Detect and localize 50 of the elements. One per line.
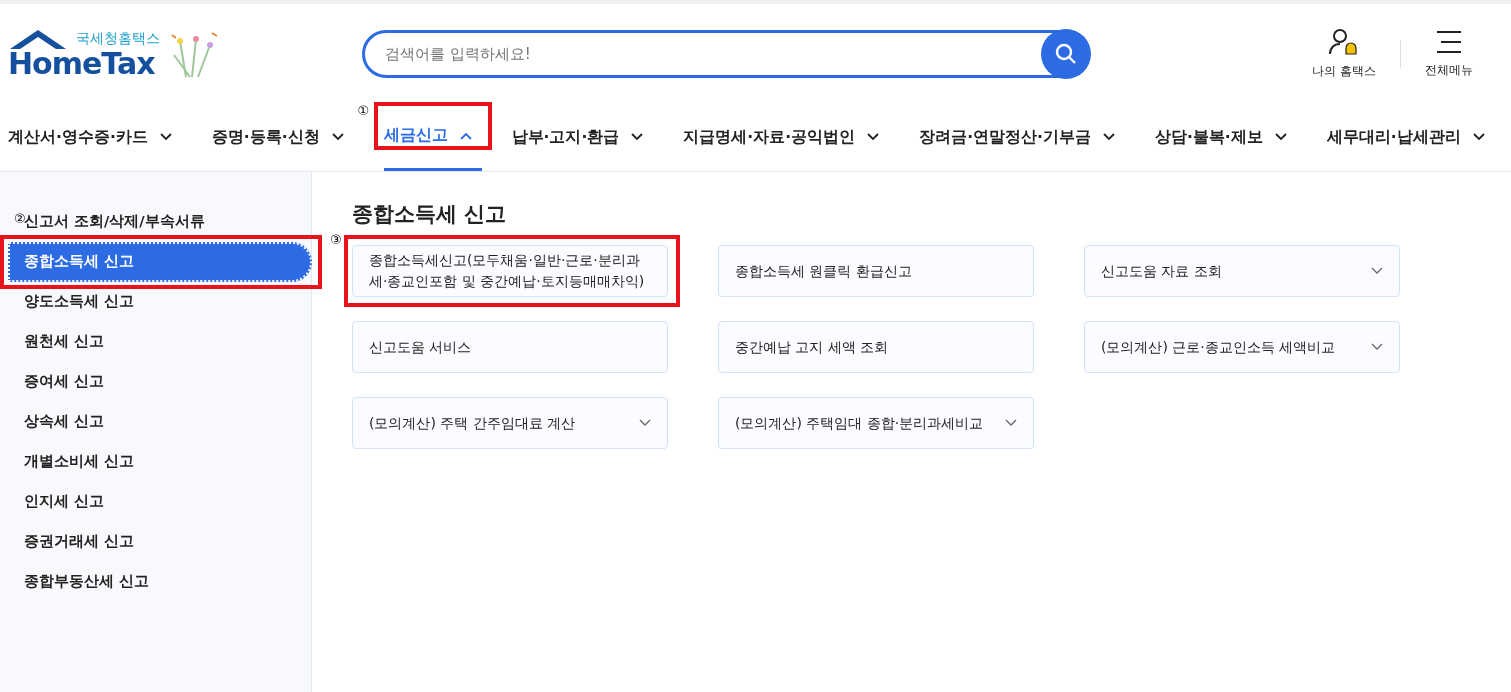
- annotation-number: ①: [357, 104, 370, 117]
- menu-card[interactable]: (모의계산) 근로·종교인소득 세액비교: [1084, 321, 1400, 374]
- chevron-icon: [1371, 343, 1383, 352]
- nav-tab[interactable]: 세무대리·납세관리: [1326, 104, 1495, 171]
- annotation-number: ②: [14, 212, 26, 225]
- chevron-icon: [1005, 419, 1017, 428]
- nav-tab[interactable]: 계산서·영수증·카드: [8, 104, 182, 171]
- nav-tab[interactable]: 납부·고지·환급: [511, 104, 654, 171]
- menu-card[interactable]: (모의계산) 주택임대 종합·분리과세비교: [718, 397, 1034, 450]
- chevron-icon: [631, 133, 644, 142]
- chevron-icon: [1472, 133, 1485, 142]
- logo-title: HomeTax: [8, 49, 156, 79]
- search-field[interactable]: 검색어를 입력하세요!: [362, 30, 1090, 78]
- search-button[interactable]: [1041, 29, 1091, 79]
- menu-card[interactable]: 종합소득세 원클릭 환급신고: [718, 245, 1034, 298]
- menu-card[interactable]: 중간예납 고지 세액 조회: [718, 321, 1034, 374]
- nav-tab[interactable]: 장려금·연말정산·기부금: [919, 104, 1125, 171]
- chevron-icon: [1102, 133, 1115, 142]
- menu-card[interactable]: 신고도움 서비스: [352, 321, 668, 374]
- chevron-icon: [1371, 267, 1383, 276]
- menu-card[interactable]: 신고도움 자료 조회: [1084, 245, 1400, 298]
- chevron-icon: [867, 133, 880, 142]
- nav-tab[interactable]: 세금신고: [383, 104, 482, 171]
- nav-tab[interactable]: 증명·등록·신청: [211, 104, 354, 171]
- menu-icon: [1435, 29, 1463, 55]
- menu-card[interactable]: 종합소득세신고(모두채움·일반·근로·분리과세·종교인포함 및 중간예납·토지등매매차익): [352, 245, 668, 298]
- sidebar-item[interactable]: 종합부동산세 신고: [0, 562, 311, 602]
- sidebar-item[interactable]: 종합소득세 신고: [8, 242, 312, 282]
- logo-subtitle: 국세청홈택스: [76, 31, 160, 45]
- sidebar-item[interactable]: 증여세 신고: [0, 362, 311, 402]
- sidebar-item[interactable]: 양도소득세 신고: [0, 282, 311, 322]
- nav-tab[interactable]: 상담·불복·제보: [1154, 104, 1297, 171]
- menu-card[interactable]: (모의계산) 주택 간주임대료 계산: [352, 397, 668, 450]
- chevron-icon: [1274, 133, 1287, 142]
- sidebar-item[interactable]: 원천세 신고: [0, 322, 311, 362]
- chevron-icon: [331, 133, 344, 142]
- utility-button[interactable]: 나의 홈택스: [1306, 27, 1382, 81]
- chevron-icon: [639, 419, 651, 428]
- chevron-icon: [159, 133, 172, 142]
- search-input[interactable]: 검색어를 입력하세요!: [365, 41, 1041, 67]
- utility-button[interactable]: 전체메뉴: [1419, 28, 1479, 80]
- nav-tab[interactable]: 지급명세·자료·공익법인: [683, 104, 890, 171]
- sidebar-item[interactable]: 개별소비세 신고: [0, 442, 311, 482]
- sidebar-item[interactable]: 상속세 신고: [0, 402, 311, 442]
- annotation-number: ③: [330, 233, 342, 247]
- chevron-icon: [459, 131, 472, 140]
- sidebar-item[interactable]: 인지세 신고: [0, 482, 311, 522]
- search-icon: [1055, 43, 1077, 65]
- section-title: 종합소득세 신고: [352, 202, 508, 228]
- sidebar-item[interactable]: 증권거래세 신고: [0, 522, 311, 562]
